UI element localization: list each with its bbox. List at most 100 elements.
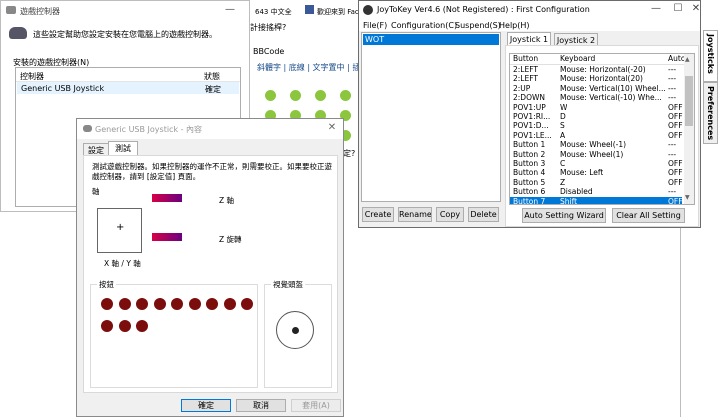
cell-button: 2:UP <box>513 83 531 93</box>
col-keyboard[interactable]: Keyboard <box>560 54 595 64</box>
properties-title: Generic USB Joystick - 內容 <box>95 125 203 134</box>
emoticon-icon[interactable] <box>290 90 301 101</box>
table-row[interactable]: 2:UP Mouse: Vertical(10) Wheel... --- <box>510 84 682 94</box>
cell-button: 2:DOWN <box>513 93 546 103</box>
menu-suspend[interactable]: Suspend(S) <box>455 21 501 30</box>
table-row[interactable]: Button 5 Z OFF <box>510 178 683 188</box>
cell-button: POV1:RI... <box>513 112 551 121</box>
tab-joystick-1[interactable]: Joystick 1 <box>507 32 551 46</box>
rename-button[interactable]: Rename <box>398 207 432 222</box>
cell-keyboard: Mouse: Left <box>560 168 604 178</box>
close-icon[interactable]: ✕ <box>325 122 339 133</box>
table-row[interactable]: Button 6 Disabled --- <box>510 187 682 197</box>
button-indicator <box>188 298 201 310</box>
gamepad-small-icon <box>83 125 92 132</box>
xy-axis-box: + <box>97 208 142 253</box>
cell-keyboard: S <box>560 121 565 131</box>
tab-test[interactable]: 測試 <box>108 141 138 156</box>
emoticon-icon[interactable] <box>340 90 351 101</box>
cell-keyboard: W <box>560 102 568 112</box>
emoticon-icon[interactable] <box>265 90 276 101</box>
table-row[interactable]: Button 4 Mouse: Left OFF <box>510 168 683 178</box>
properties-titlebar[interactable]: Generic USB Joystick - 內容 ✕ <box>77 119 343 139</box>
emoticon-icon[interactable] <box>315 90 326 101</box>
cell-button: POV1:D... <box>513 121 549 131</box>
auto-setting-wizard-button[interactable]: Auto Setting Wizard <box>522 208 606 223</box>
table-row[interactable]: Button 1 Mouse: Wheel(-1) --- <box>510 140 682 150</box>
joystick-properties-dialog: Generic USB Joystick - 內容 ✕ 設定 測試 測試遊戲控制… <box>76 118 344 417</box>
scroll-up-icon[interactable]: ▲ <box>685 56 690 63</box>
z-rotation-bar <box>152 233 182 241</box>
table-row[interactable]: POV1:LE... A OFF <box>510 130 683 141</box>
scroll-thumb[interactable] <box>685 76 693 126</box>
buttons-label: 按鈕 <box>97 279 116 290</box>
side-tab-joysticks[interactable]: Joysticks <box>703 30 718 82</box>
cell-auto: OFF <box>668 121 683 131</box>
description: 這些設定幫助您設定安裝在您電腦上的遊戲控制器。 <box>33 30 217 39</box>
table-row[interactable]: Generic USB Joystick 確定 <box>17 82 239 94</box>
table-row[interactable]: 2:LEFT Mouse: Horizontal(20) --- <box>510 74 682 84</box>
delete-button[interactable]: Delete <box>468 207 499 222</box>
col-status[interactable]: 狀態 <box>204 71 220 82</box>
table-row[interactable]: 2:LEFT Mouse: Horizontal(-20) --- <box>510 65 682 75</box>
close-icon[interactable]: ✕ <box>689 3 703 14</box>
minimize-icon[interactable]: — <box>649 3 663 14</box>
scroll-down-icon[interactable]: ▼ <box>685 194 690 201</box>
cell-auto: --- <box>668 140 677 150</box>
cancel-button[interactable]: 取消 <box>236 399 286 412</box>
button-indicator <box>101 320 113 332</box>
controller-status: 確定 <box>205 85 221 94</box>
cell-button: Button 1 <box>513 140 546 150</box>
table-row[interactable]: Button 2 Mouse: Wheel(1) --- <box>510 150 682 160</box>
col-button[interactable]: Button <box>513 54 538 64</box>
col-controller[interactable]: 控制器 <box>20 71 44 82</box>
side-tab-preferences-label: Preferences <box>706 86 715 141</box>
pov-dot <box>292 327 299 334</box>
clear-all-setting-button[interactable]: Clear All Setting <box>612 208 685 223</box>
table-row[interactable]: POV1:RI... D OFF <box>510 112 683 122</box>
joytokey-titlebar[interactable]: JoyToKey Ver4.6 (Not Registered) : First… <box>359 1 700 19</box>
ok-button[interactable]: 確定 <box>181 399 231 412</box>
mapping-table[interactable]: Button Keyboard Auto 2:LEFT Mouse: Horizo… <box>509 53 695 205</box>
z-rotation-label: Z 旋轉 <box>219 235 242 244</box>
apply-button[interactable]: 套用(A) <box>291 399 341 412</box>
menu-file[interactable]: File(F) <box>363 21 387 30</box>
buttons-group: 按鈕 <box>90 279 258 388</box>
cell-keyboard: Mouse: Horizontal(20) <box>560 74 643 84</box>
config-list[interactable]: WOT <box>361 32 501 202</box>
cell-keyboard: Mouse: Horizontal(-20) <box>560 65 646 74</box>
cell-auto: OFF <box>668 102 683 112</box>
table-row[interactable]: POV1:D... S OFF <box>510 121 683 131</box>
side-tab-preferences[interactable]: Preferences <box>703 82 718 144</box>
table-row[interactable]: 2:DOWN Mouse: Vertical(-10) Whe... --- <box>510 93 682 103</box>
cell-keyboard: A <box>560 130 566 140</box>
col-auto[interactable]: Auto <box>668 54 685 64</box>
game-controllers-titlebar[interactable]: 遊戲控制器 — <box>1 1 249 21</box>
cell-auto: OFF <box>668 168 683 178</box>
z-axis-bar <box>152 194 182 202</box>
table-row[interactable]: POV1:UP W OFF <box>510 102 683 113</box>
menu-configuration[interactable]: Configuration(C) <box>391 21 457 30</box>
gamepad-icon <box>9 27 27 39</box>
cell-keyboard: Mouse: Vertical(10) Wheel... <box>560 83 666 93</box>
maximize-icon[interactable]: ☐ <box>671 3 685 14</box>
side-tab-joysticks-label: Joysticks <box>706 34 715 74</box>
create-button[interactable]: Create <box>362 207 394 222</box>
button-indicator <box>241 298 253 310</box>
cell-button: POV1:UP <box>513 102 546 112</box>
browser-heading: 計接搖桿? <box>250 23 287 32</box>
table-row[interactable]: Button 3 C OFF <box>510 159 683 169</box>
browser-link[interactable]: 歡迎來到 Fac <box>317 7 359 17</box>
window-title: 遊戲控制器 <box>20 7 60 16</box>
table-row[interactable]: Button 7 Shift OFF <box>510 196 683 205</box>
mapping-panel: Button Keyboard Auto 2:LEFT Mouse: Horizo… <box>505 45 699 227</box>
cell-button: Button 3 <box>513 159 546 168</box>
cell-button: Button 7 <box>513 196 546 205</box>
copy-button[interactable]: Copy <box>436 207 464 222</box>
config-item-wot[interactable]: WOT <box>363 34 499 45</box>
minimize-icon[interactable]: — <box>223 4 237 15</box>
joytokey-title: JoyToKey Ver4.6 (Not Registered) : First… <box>377 5 590 14</box>
button-indicator <box>136 320 148 332</box>
scrollbar[interactable]: ▲ ▼ <box>684 54 694 204</box>
menu-help[interactable]: Help(H) <box>499 21 530 30</box>
